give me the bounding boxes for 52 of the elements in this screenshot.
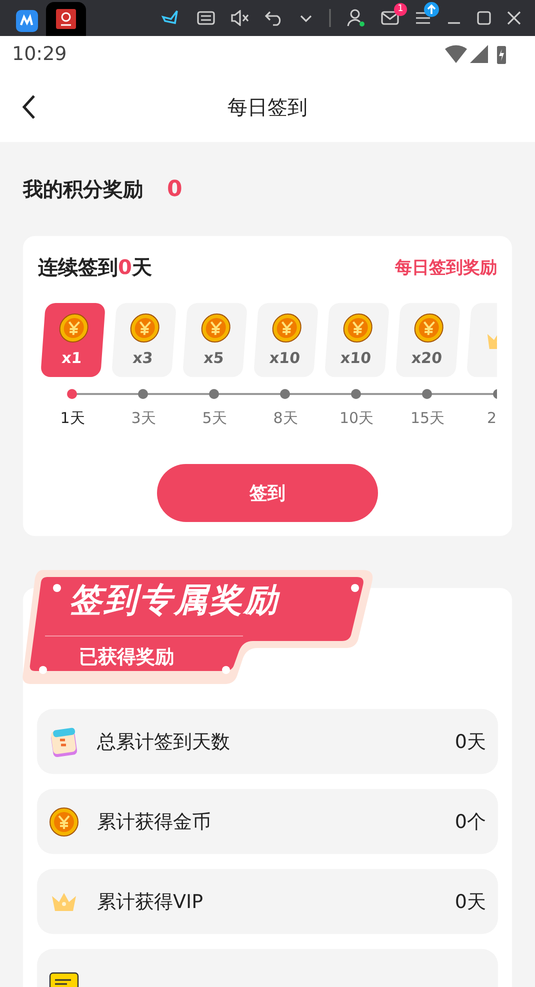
day-label: 10天	[339, 409, 374, 428]
reward-card[interactable]: x20	[394, 303, 460, 377]
day-label: 5天	[202, 409, 227, 428]
coin-icon	[270, 313, 302, 343]
keyboard-icon[interactable]	[197, 11, 215, 25]
stat-label: 累计获得VIP	[97, 890, 204, 914]
reward-card[interactable]: x10	[252, 303, 318, 377]
coin-icon	[412, 313, 444, 343]
reward-card[interactable]: x5	[182, 303, 248, 377]
banner-title: 签到专属奖励	[69, 579, 279, 621]
stat-label: 累计获得金币	[97, 810, 212, 834]
close-icon[interactable]	[507, 11, 521, 25]
day-label: 15天	[410, 409, 445, 428]
day-label: 2	[487, 409, 497, 427]
maximize-icon[interactable]	[477, 11, 491, 25]
points-value: 0	[167, 176, 182, 202]
user-icon[interactable]	[347, 9, 365, 27]
page-title: 每日签到	[228, 94, 308, 120]
menu-icon[interactable]	[415, 11, 431, 25]
daily-reward-link[interactable]: 每日签到奖励	[395, 256, 497, 279]
coin-icon	[128, 313, 160, 343]
divider-icon	[329, 9, 331, 27]
calendar-icon	[49, 726, 79, 758]
coin-icon	[341, 313, 374, 343]
day-label: 1天	[60, 409, 85, 428]
stat-value: 0天	[454, 890, 486, 914]
day-label: 3天	[131, 409, 156, 428]
stat-value: 0个	[454, 810, 486, 834]
stat-label: 总累计签到天数	[97, 730, 231, 754]
mail-icon[interactable]	[381, 11, 399, 25]
undo-icon[interactable]	[265, 10, 283, 26]
upload-icon	[424, 2, 439, 17]
coin-icon	[49, 806, 79, 836]
stat-value: 0天	[454, 730, 486, 754]
points-label: 我的积分奖励	[23, 176, 143, 202]
banner-subtitle: 已获得奖励	[79, 645, 174, 670]
coin-icon	[57, 313, 90, 343]
reward-card[interactable]: x3	[110, 303, 176, 377]
status-time: 10:29	[12, 43, 67, 65]
reward-card[interactable]: x10	[324, 303, 390, 377]
reward-card[interactable]: x1	[40, 303, 106, 377]
day-label: 8天	[273, 409, 298, 428]
coin-icon	[199, 313, 232, 343]
back-button[interactable]	[22, 94, 36, 120]
ticket-icon	[49, 970, 81, 987]
chevron-down-icon[interactable]	[299, 13, 313, 23]
mute-icon[interactable]	[231, 10, 249, 26]
app-icon[interactable]	[16, 10, 38, 32]
sign-in-button[interactable]: 签到	[157, 464, 378, 522]
signal-status-icon	[445, 43, 507, 65]
notification-badge: 1	[394, 3, 407, 16]
streak-title: 连续签到0天	[38, 254, 152, 281]
